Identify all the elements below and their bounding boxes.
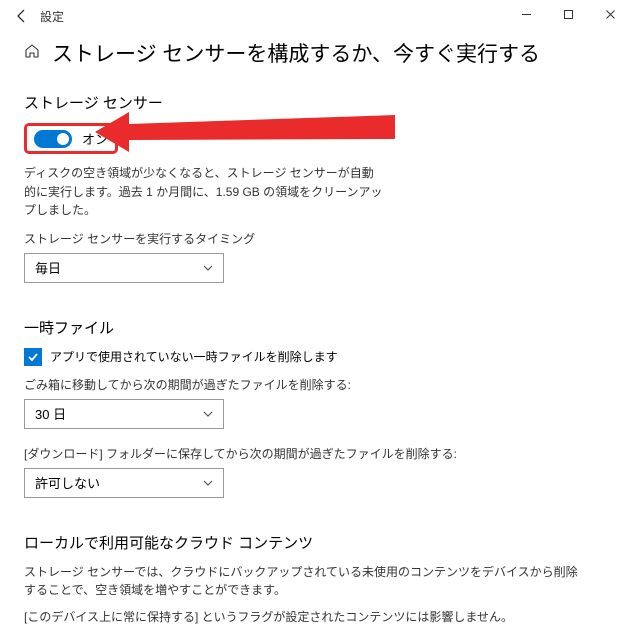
storage-sense-description: ディスクの空き領域が少なくなると、ストレージ センサーが自動的に実行します。過去… [24, 164, 384, 220]
downloads-value: 許可しない [35, 473, 100, 492]
chevron-down-icon [203, 408, 213, 420]
cloud-note: [このデバイス上に常に保持する] というフラグが設定されたコンテンツには影響しま… [24, 608, 584, 627]
toggle-label: オン [82, 129, 108, 148]
storage-sense-toggle-highlight: オン [24, 123, 118, 154]
cloud-heading: ローカルで利用可能なクラウド コンテンツ [24, 532, 607, 553]
recycle-dropdown[interactable]: 30 日 [24, 399, 224, 429]
cloud-description: ストレージ センサーでは、クラウドにバックアップされている未使用のコンテンツをデ… [24, 563, 584, 600]
recycle-value: 30 日 [35, 404, 66, 423]
close-button[interactable] [589, 0, 631, 28]
window-title: 設定 [40, 8, 64, 25]
storage-sense-heading: ストレージ センサー [24, 92, 607, 113]
downloads-label: [ダウンロード] フォルダーに保存してから次の期間が過ぎたファイルを削除する: [24, 445, 607, 462]
maximize-button[interactable] [547, 0, 589, 28]
timing-label: ストレージ センサーを実行するタイミング [24, 230, 607, 247]
delete-temp-label: アプリで使用されていない一時ファイルを削除します [50, 348, 338, 365]
home-icon[interactable] [24, 43, 40, 63]
back-button[interactable] [8, 2, 36, 30]
page-title: ストレージ センサーを構成するか、今すぐ実行する [52, 38, 540, 68]
downloads-dropdown[interactable]: 許可しない [24, 468, 224, 498]
chevron-down-icon [203, 262, 213, 274]
timing-dropdown[interactable]: 毎日 [24, 253, 224, 283]
delete-temp-checkbox[interactable] [24, 348, 42, 366]
timing-value: 毎日 [35, 258, 61, 277]
recycle-label: ごみ箱に移動してから次の期間が過ぎたファイルを削除する: [24, 376, 607, 393]
temp-files-heading: 一時ファイル [24, 317, 607, 338]
chevron-down-icon [203, 477, 213, 489]
storage-sense-toggle[interactable] [34, 130, 72, 148]
minimize-button[interactable] [505, 0, 547, 28]
